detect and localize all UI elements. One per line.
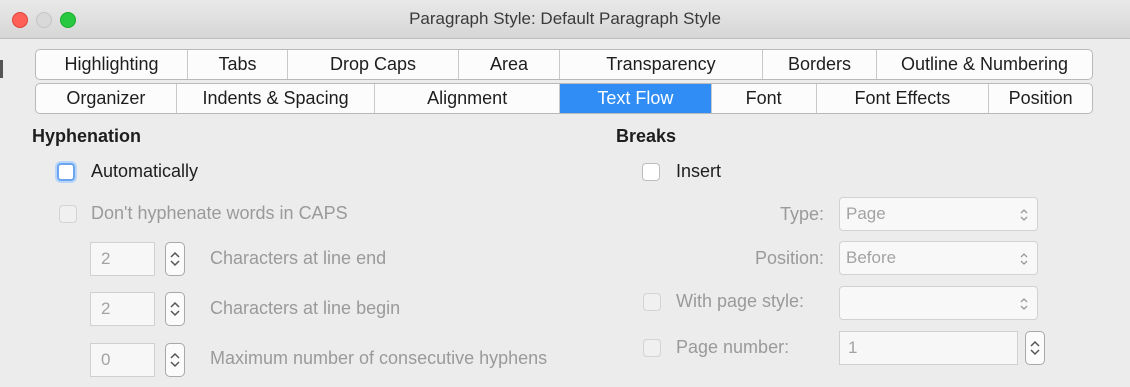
chars-line-end-input[interactable]: 2 [90, 242, 155, 276]
type-label: Type: [779, 204, 824, 224]
dont-hyphenate-caps-label: Don't hyphenate words in CAPS [91, 203, 348, 223]
tab-alignment[interactable]: Alignment [375, 84, 561, 113]
page-number-input[interactable]: 1 [839, 331, 1018, 365]
chars-line-end-label: Characters at line end [210, 248, 387, 268]
tab-drop-caps[interactable]: Drop Caps [288, 50, 459, 79]
background-edge [0, 60, 3, 78]
tab-font-effects[interactable]: Font Effects [817, 84, 990, 113]
tab-tabs[interactable]: Tabs [188, 50, 288, 79]
max-hyphens-label: Maximum number of consecutive hyphens [210, 348, 548, 368]
chars-line-begin-stepper[interactable] [165, 292, 185, 326]
tab-text-flow[interactable]: Text Flow [560, 84, 712, 113]
stepper-arrows-icon [170, 251, 180, 267]
stepper-arrows-icon [1030, 340, 1040, 356]
chevron-updown-icon [1020, 298, 1028, 310]
tab-outline-numbering[interactable]: Outline & Numbering [877, 50, 1092, 79]
chars-line-begin-label: Characters at line begin [210, 298, 401, 318]
insert-label: Insert [676, 161, 722, 181]
title-bar: Paragraph Style: Default Paragraph Style [0, 0, 1130, 39]
tab-indents-spacing[interactable]: Indents & Spacing [177, 84, 376, 113]
tab-position[interactable]: Position [989, 84, 1092, 113]
chars-line-begin-input[interactable]: 2 [90, 292, 155, 326]
with-page-style-checkbox[interactable] [643, 293, 661, 311]
position-select[interactable]: Before [839, 241, 1038, 275]
insert-checkbox[interactable] [642, 163, 660, 181]
stepper-arrows-icon [170, 352, 180, 368]
tab-transparency[interactable]: Transparency [560, 50, 763, 79]
chars-line-end-stepper[interactable] [165, 242, 185, 276]
type-value: Page [846, 204, 886, 223]
tab-row-1: Highlighting Tabs Drop Caps Area Transpa… [35, 49, 1093, 80]
position-value: Before [846, 248, 897, 267]
dont-hyphenate-caps-checkbox[interactable] [59, 205, 77, 223]
window-title: Paragraph Style: Default Paragraph Style [409, 9, 721, 28]
max-hyphens-stepper[interactable] [165, 343, 185, 377]
max-hyphens-input[interactable]: 0 [90, 343, 155, 377]
chevron-updown-icon [1020, 209, 1028, 221]
dialog-window: Paragraph Style: Default Paragraph Style… [0, 0, 1130, 387]
breaks-heading: Breaks [616, 126, 677, 146]
tab-borders[interactable]: Borders [763, 50, 877, 79]
type-select[interactable]: Page [839, 197, 1038, 231]
page-number-stepper[interactable] [1025, 331, 1045, 365]
page-number-label: Page number: [676, 337, 790, 357]
stepper-arrows-icon [170, 301, 180, 317]
automatically-label: Automatically [91, 161, 199, 181]
page-number-checkbox[interactable] [643, 339, 661, 357]
position-label: Position: [754, 248, 824, 268]
hyphenation-heading: Hyphenation [32, 126, 142, 146]
with-page-style-label: With page style: [676, 291, 805, 311]
chevron-updown-icon [1020, 253, 1028, 265]
automatically-checkbox[interactable] [57, 163, 75, 181]
tab-row-2: Organizer Indents & Spacing Alignment Te… [35, 83, 1093, 114]
tab-font[interactable]: Font [712, 84, 817, 113]
tab-organizer[interactable]: Organizer [36, 84, 177, 113]
tab-highlighting[interactable]: Highlighting [36, 50, 188, 79]
page-style-select[interactable] [839, 286, 1038, 320]
tab-area[interactable]: Area [459, 50, 560, 79]
